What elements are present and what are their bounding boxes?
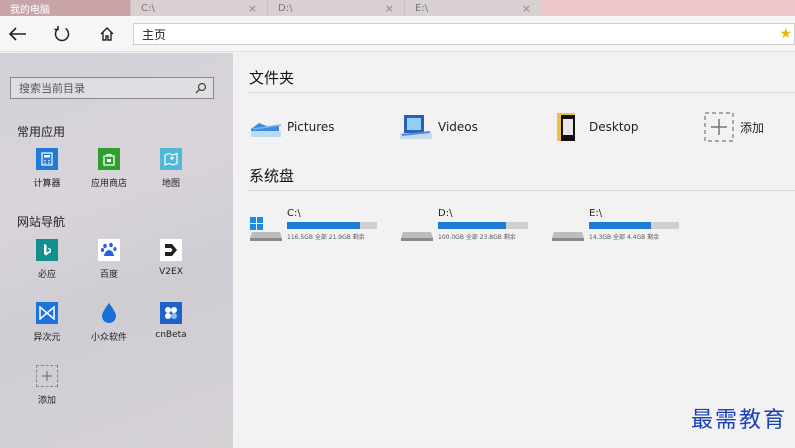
drive-icon (401, 232, 433, 241)
navigation-bar: 主页 ★ (0, 16, 795, 52)
search-placeholder: 搜索当前目录 (19, 82, 85, 95)
tab-label: E:\ (415, 2, 429, 14)
refresh-button[interactable] (49, 22, 75, 46)
drive-usage-fill (287, 222, 360, 229)
address-value: 主页 (142, 27, 167, 42)
drive-usage-bar (589, 222, 679, 229)
app-label: 计算器 (33, 179, 61, 189)
app-calculator[interactable]: 计算器 (17, 148, 77, 189)
site-label: V2EX (159, 267, 183, 277)
store-icon (98, 148, 120, 170)
calculator-icon (36, 148, 58, 170)
folders-title: 文件夹 (249, 69, 295, 87)
main-content: 文件夹 Pictures Videos Desktop 添加 系统盘 C:\ 1… (233, 53, 795, 448)
search-icon[interactable] (195, 82, 207, 94)
folder-label: Pictures (287, 120, 335, 134)
app-label: 地图 (161, 179, 180, 189)
divider (247, 92, 795, 93)
app-store[interactable]: 应用商店 (79, 148, 139, 189)
drive-usage-fill (589, 222, 652, 229)
v2ex-icon (160, 239, 182, 261)
tab-label: C:\ (141, 2, 155, 14)
site-iplaysoft[interactable]: 异次元 (17, 302, 77, 343)
site-label: 小众软件 (90, 333, 127, 343)
search-input[interactable]: 搜索当前目录 (10, 77, 214, 99)
tab-drive-c[interactable]: C:\ × (130, 0, 267, 16)
site-cnbeta[interactable]: cnBeta (141, 302, 201, 340)
site-appinn[interactable]: 小众软件 (79, 302, 139, 343)
add-label: 添加 (37, 396, 56, 406)
folder-pictures[interactable]: Pictures (249, 111, 335, 143)
baidu-icon (98, 239, 120, 261)
drives-title: 系统盘 (249, 167, 295, 185)
close-icon[interactable]: × (522, 2, 531, 15)
drive-usage-fill (438, 222, 507, 229)
desktop-folder-icon (557, 113, 575, 141)
close-icon[interactable]: × (385, 2, 394, 15)
sidebar: 搜索当前目录 常用应用 计算器 应用商店 地图 网站导航 必应 百度 V2EX … (0, 53, 233, 448)
add-folder-button[interactable]: 添加 (704, 111, 764, 143)
tab-label: 我的电脑 (10, 4, 50, 16)
pictures-folder-icon (251, 123, 281, 137)
drive-usage-bar (438, 222, 528, 229)
close-icon[interactable]: × (248, 2, 257, 15)
drive-c[interactable]: C:\ 116.5GB 全部 21.9GB 剩余 (249, 208, 389, 244)
site-baidu[interactable]: 百度 (79, 239, 139, 280)
folder-label: Videos (438, 120, 478, 134)
favorite-star-icon[interactable]: ★ (779, 26, 792, 42)
address-input[interactable]: 主页 ★ (133, 23, 795, 45)
home-button[interactable] (94, 22, 120, 46)
folder-desktop[interactable]: Desktop (553, 111, 639, 143)
videos-folder-icon (400, 115, 432, 139)
drive-icon (552, 232, 584, 241)
home-icon (100, 27, 114, 41)
cnbeta-icon (160, 302, 182, 324)
iplaysoft-icon (36, 302, 58, 324)
appinn-icon (98, 302, 120, 324)
site-v2ex[interactable]: V2EX (141, 239, 201, 277)
drive-d[interactable]: D:\ 100.0GB 全部 23.8GB 剩余 (400, 208, 540, 244)
app-maps[interactable]: 地图 (141, 148, 201, 189)
tab-label: D:\ (278, 2, 293, 14)
map-icon (160, 148, 182, 170)
drive-e[interactable]: E:\ 14.3GB 全部 4.4GB 剩余 (551, 208, 691, 244)
drive-info: 14.3GB 全部 4.4GB 剩余 (589, 234, 660, 241)
common-apps-title: 常用应用 (17, 125, 66, 139)
add-icon (36, 365, 58, 387)
drive-info: 100.0GB 全部 23.8GB 剩余 (438, 234, 516, 241)
add-site-button[interactable]: 添加 (17, 365, 77, 406)
drive-label: D:\ (438, 208, 453, 219)
site-label: 百度 (99, 270, 118, 280)
folder-label: Desktop (589, 120, 639, 134)
tab-strip-empty (541, 0, 795, 16)
back-button[interactable] (5, 22, 31, 46)
system-drive-icon (250, 217, 282, 241)
site-label: 异次元 (33, 333, 61, 343)
folder-videos[interactable]: Videos (400, 111, 478, 143)
app-label: 应用商店 (90, 179, 127, 189)
drive-label: C:\ (287, 208, 301, 219)
add-label: 添加 (740, 120, 765, 135)
tab-drive-e[interactable]: E:\ × (404, 0, 541, 16)
site-bing[interactable]: 必应 (17, 239, 77, 280)
bing-icon (36, 239, 58, 261)
site-nav-title: 网站导航 (17, 215, 66, 229)
site-label: 必应 (37, 270, 56, 280)
tab-strip: 我的电脑 C:\ × D:\ × E:\ × (0, 0, 795, 16)
divider (247, 190, 795, 191)
back-arrow-icon (9, 27, 26, 41)
drive-usage-bar (287, 222, 377, 229)
drive-label: E:\ (589, 208, 603, 219)
tab-my-computer[interactable]: 我的电脑 (0, 0, 130, 16)
drive-info: 116.5GB 全部 21.9GB 剩余 (287, 234, 365, 241)
watermark: 最需教育 (690, 408, 787, 433)
add-icon (704, 112, 734, 142)
refresh-icon (54, 26, 70, 42)
tab-drive-d[interactable]: D:\ × (267, 0, 404, 16)
site-label: cnBeta (155, 330, 187, 340)
